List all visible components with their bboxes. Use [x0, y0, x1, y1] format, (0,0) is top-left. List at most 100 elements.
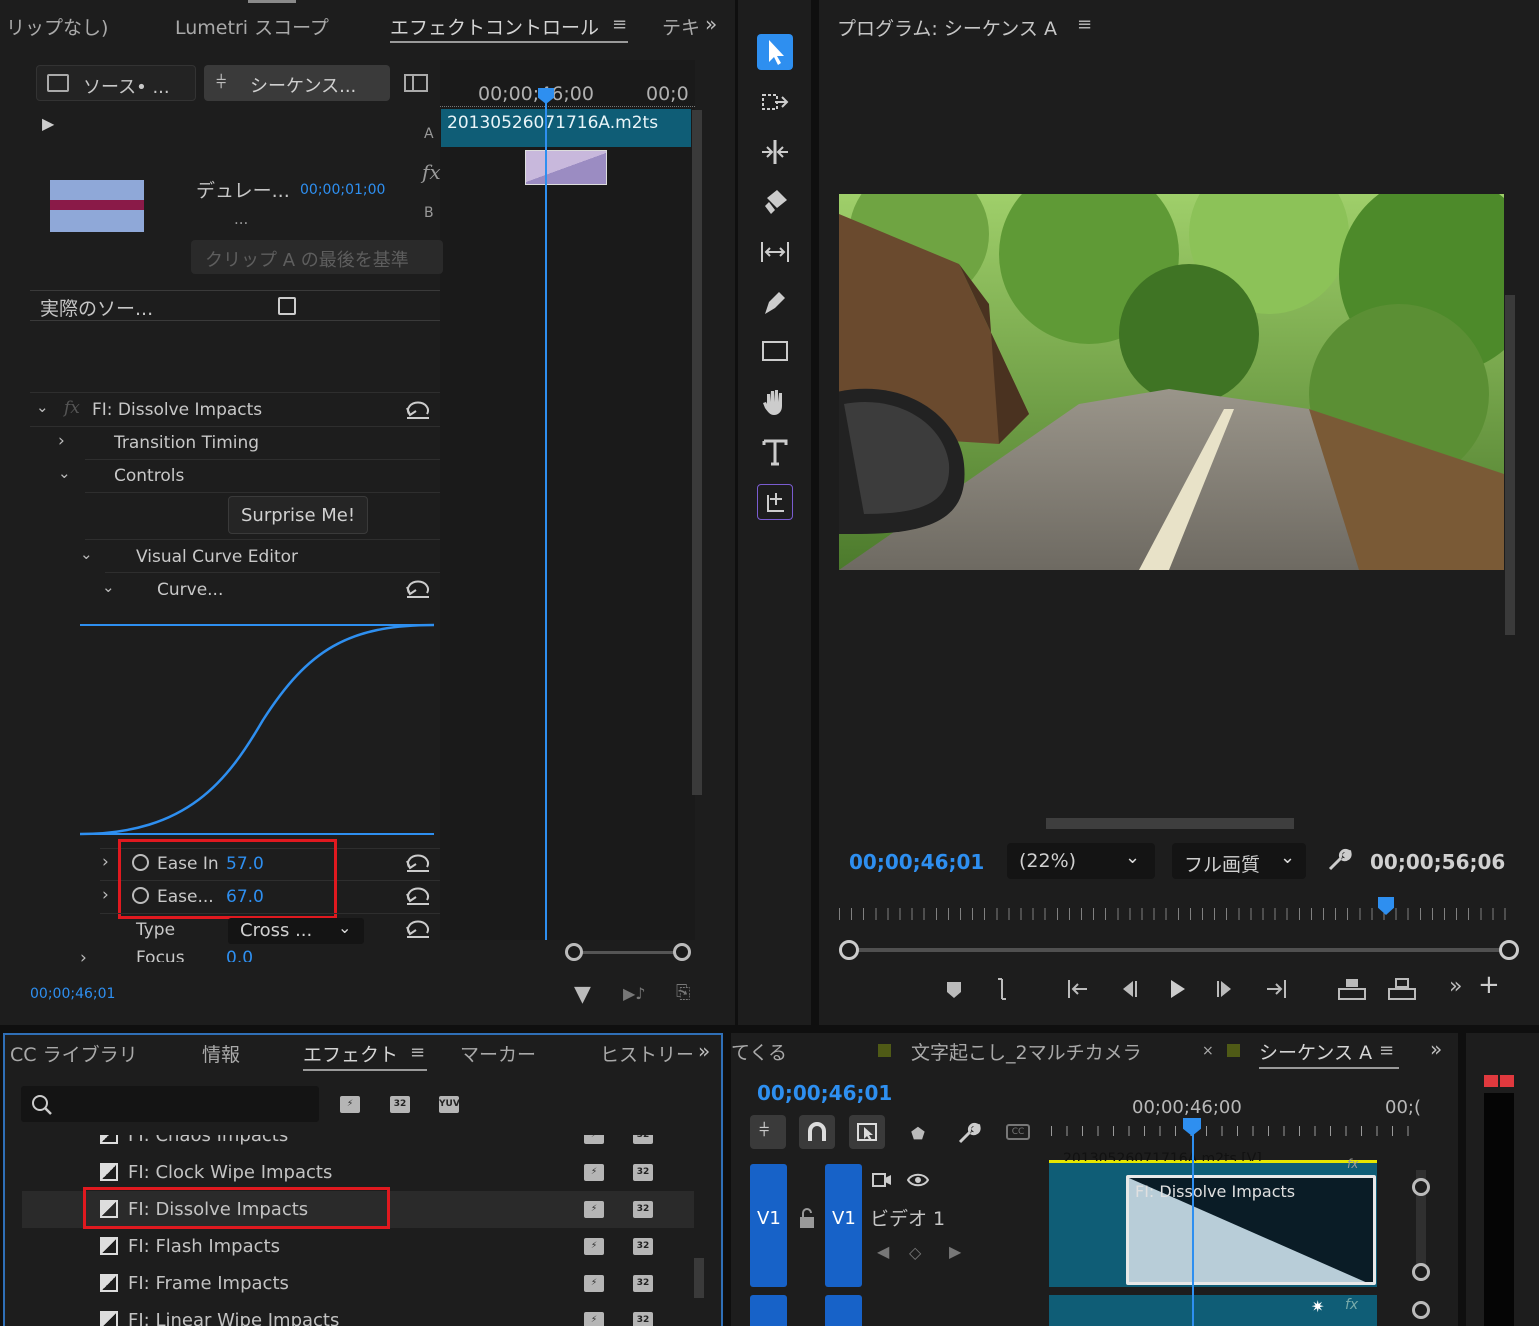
tab-text[interactable]: テキ: [662, 13, 700, 40]
timeline-playhead-line[interactable]: [1192, 1133, 1194, 1326]
track-target-v1[interactable]: V1: [825, 1164, 862, 1287]
sync-lock-icon[interactable]: [871, 1170, 893, 1190]
fx-toggle-icon[interactable]: fx: [64, 398, 80, 418]
more-tabs-icon[interactable]: »: [698, 1039, 710, 1063]
export-icon[interactable]: ⎘: [676, 982, 690, 1003]
actual-source-checkbox[interactable]: [278, 297, 296, 315]
accelerated-filter-icon[interactable]: ⚡: [340, 1096, 360, 1113]
chevron-down-icon[interactable]: ⌄: [80, 545, 93, 563]
tab-cc-libraries[interactable]: CC ライブラリ: [10, 1040, 138, 1067]
type-dropdown[interactable]: Cross ... ⌄: [228, 918, 364, 944]
curve-graph[interactable]: [78, 620, 436, 840]
tab-effect-controls[interactable]: エフェクトコントロール: [390, 13, 599, 40]
chevron-right-icon[interactable]: ›: [80, 948, 87, 962]
scroll-handle-top[interactable]: [1412, 1301, 1430, 1319]
go-to-out-icon[interactable]: [1263, 976, 1289, 1002]
next-keyframe-icon[interactable]: ▶: [949, 1242, 961, 1261]
scroll-handle-top[interactable]: [1412, 1178, 1430, 1196]
alignment-dropdown[interactable]: クリップ A の最後を基準: [191, 240, 443, 274]
curve-row[interactable]: ⌄ Curve...: [30, 574, 440, 607]
tab-lumetri-scope[interactable]: Lumetri スコープ: [175, 13, 329, 40]
monitor-h-scrollbar[interactable]: [1046, 818, 1294, 829]
current-timecode[interactable]: 00;00;46;01: [30, 986, 115, 1002]
panel-menu-icon[interactable]: ≡: [612, 14, 628, 35]
pen-tool-icon[interactable]: [757, 284, 793, 320]
clip-indicator-left[interactable]: [1484, 1075, 1498, 1087]
zoom-dropdown[interactable]: (22%) ⌄: [1007, 843, 1155, 879]
reset-icon[interactable]: [405, 400, 431, 420]
clip-indicator-right[interactable]: [1500, 1075, 1514, 1087]
tab-sequence-a[interactable]: シーケンス A: [1259, 1038, 1372, 1065]
reset-icon[interactable]: [405, 579, 431, 599]
extract-icon[interactable]: [1387, 976, 1416, 1002]
monitor-zoom-bar[interactable]: [839, 940, 1519, 960]
toggle-timeline-view-icon[interactable]: [404, 73, 428, 93]
close-tab-icon[interactable]: ×: [1202, 1043, 1214, 1059]
settings-wrench-icon[interactable]: [1326, 847, 1352, 873]
playhead-timecode[interactable]: 00;00;46;01: [849, 850, 984, 874]
timeline-settings-icon[interactable]: [957, 1121, 981, 1145]
more-tabs-icon[interactable]: »: [1430, 1037, 1442, 1061]
more-buttons-icon[interactable]: »: [1449, 974, 1462, 999]
prev-keyframe-icon[interactable]: ◀: [877, 1242, 889, 1261]
slip-tool-icon[interactable]: [757, 234, 793, 270]
add-marker-icon[interactable]: [941, 976, 967, 1002]
effect-header-row[interactable]: ⌄ fx FI: Dissolve Impacts: [30, 394, 440, 427]
tab-previous-sequence[interactable]: てくる: [731, 1038, 787, 1065]
nest-toggle-icon[interactable]: ⫩: [750, 1115, 786, 1149]
focus-value[interactable]: 0.0: [226, 948, 253, 962]
tab-effects[interactable]: エフェクト: [303, 1040, 398, 1067]
program-video-frame[interactable]: [839, 194, 1504, 570]
chevron-right-icon[interactable]: ›: [102, 885, 109, 905]
quality-dropdown[interactable]: フル画質 ⌄: [1172, 843, 1306, 879]
chevron-down-icon[interactable]: ⌄: [58, 464, 71, 482]
mini-scrollbar[interactable]: [692, 110, 702, 795]
go-to-in-icon[interactable]: [1065, 976, 1091, 1002]
chevron-right-icon[interactable]: ›: [58, 431, 65, 451]
timeline-timecode[interactable]: 00;00;46;01: [757, 1081, 892, 1105]
add-keyframe-icon[interactable]: ◇: [909, 1243, 921, 1262]
32bit-filter-icon[interactable]: 32: [390, 1096, 410, 1113]
monitor-time-ruler[interactable]: [839, 898, 1514, 920]
chevron-down-icon[interactable]: ⌄: [102, 578, 115, 596]
tab-markers[interactable]: マーカー: [460, 1040, 536, 1067]
reset-icon[interactable]: [405, 919, 431, 939]
ripple-edit-tool-icon[interactable]: [757, 134, 793, 170]
mark-in-out-icon[interactable]: [989, 976, 1015, 1002]
more-tabs-icon[interactable]: »: [705, 12, 717, 36]
mini-zoom-bar[interactable]: [440, 942, 695, 962]
duration-value[interactable]: 00;00;01;00: [300, 182, 385, 198]
controls-row[interactable]: ⌄ Controls: [30, 460, 440, 493]
effects-search-input[interactable]: [21, 1086, 319, 1122]
chevron-right-icon[interactable]: ›: [102, 852, 109, 872]
scroll-handle-bottom[interactable]: [1412, 1263, 1430, 1281]
list-item[interactable]: FI: Frame Impacts ⚡ 32: [22, 1265, 694, 1302]
panel-menu-icon[interactable]: ≡: [1077, 14, 1092, 35]
zoom-handle-right[interactable]: [1499, 940, 1519, 960]
timeline-clip-v2[interactable]: ✷ fx: [1049, 1295, 1377, 1326]
snap-icon[interactable]: [799, 1115, 835, 1149]
timeline-transition[interactable]: FI: Dissolve Impacts: [1126, 1175, 1376, 1285]
reset-icon[interactable]: [405, 886, 431, 906]
focus-row[interactable]: › Focus 0.0: [30, 948, 440, 962]
selection-tool-icon[interactable]: [757, 34, 793, 70]
tab-history[interactable]: ヒストリー: [600, 1040, 692, 1066]
type-row[interactable]: Type Cross ... ⌄: [30, 914, 440, 947]
tab-clip-mixer[interactable]: リップなし): [6, 13, 108, 40]
source-patch-v2[interactable]: [750, 1295, 787, 1326]
track-select-tool-icon[interactable]: [757, 84, 793, 120]
eye-icon[interactable]: [907, 1172, 929, 1188]
play-icon[interactable]: [1164, 976, 1190, 1002]
panel-menu-icon[interactable]: ≡: [1379, 1040, 1394, 1061]
track-target-v2[interactable]: [825, 1295, 862, 1326]
step-forward-icon[interactable]: [1213, 976, 1239, 1002]
list-item[interactable]: FI: Flash Impacts ⚡ 32: [22, 1228, 694, 1265]
transition-timing-row[interactable]: › Transition Timing: [30, 427, 440, 460]
list-item[interactable]: FI: Chaos Impacts ⚡ 32: [22, 1135, 694, 1154]
add-button-icon[interactable]: +: [1478, 970, 1500, 1000]
type-tool-icon[interactable]: [757, 434, 793, 470]
filter-icon[interactable]: ▼: [574, 982, 591, 1007]
effects-scrollbar[interactable]: [694, 1258, 704, 1298]
rectangle-tool-icon[interactable]: [757, 334, 793, 370]
play-audio-icon[interactable]: ▶♪: [623, 984, 646, 1003]
